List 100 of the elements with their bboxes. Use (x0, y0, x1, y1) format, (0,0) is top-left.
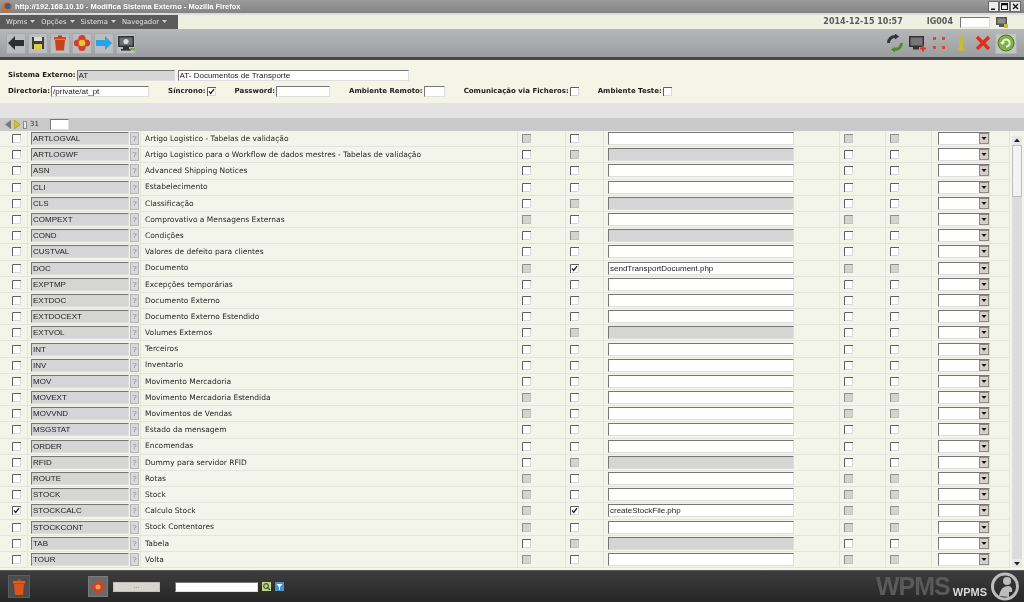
checkbox[interactable] (570, 295, 579, 305)
code-field[interactable]: STOCKCONT (31, 520, 129, 534)
checkbox[interactable] (890, 457, 899, 467)
script-field[interactable]: createStockFile.php (608, 504, 794, 518)
script-field[interactable] (608, 310, 794, 324)
checkbox[interactable] (890, 360, 899, 370)
checkbox[interactable] (12, 522, 21, 532)
checkbox[interactable] (570, 134, 579, 144)
dropdown[interactable] (938, 293, 990, 307)
checkbox[interactable] (570, 247, 579, 257)
checkbox[interactable] (890, 295, 899, 305)
checkbox[interactable] (890, 279, 899, 289)
checkbox[interactable] (890, 344, 899, 354)
script-field[interactable] (608, 423, 794, 437)
arrow-down-icon[interactable] (1012, 559, 1022, 568)
code-field[interactable]: EXPTMP (31, 277, 129, 291)
script-field[interactable] (608, 520, 794, 534)
scrollbar-thumb[interactable] (1012, 145, 1022, 197)
directory-field[interactable]: /private/at_pt (51, 86, 150, 97)
script-field[interactable] (608, 245, 794, 259)
code-field[interactable]: DOC (31, 261, 129, 275)
search-field[interactable] (175, 581, 258, 592)
dropdown[interactable] (938, 455, 990, 469)
checkbox[interactable] (522, 166, 531, 176)
checkbox[interactable] (890, 328, 899, 338)
checkbox[interactable] (662, 87, 672, 96)
checkbox[interactable] (570, 263, 579, 273)
checkbox[interactable] (522, 182, 531, 192)
checkbox[interactable] (844, 150, 853, 160)
dropdown[interactable] (938, 374, 990, 388)
code-field[interactable]: STOCK (31, 488, 129, 502)
code-field[interactable]: EXTVOL (31, 326, 129, 340)
checkbox[interactable] (844, 231, 853, 241)
flower-button[interactable] (72, 32, 92, 54)
checkbox[interactable] (890, 198, 899, 208)
dropdown[interactable] (938, 439, 990, 453)
checkbox[interactable] (12, 328, 21, 338)
checkbox[interactable] (844, 312, 853, 322)
script-field[interactable] (608, 277, 794, 291)
checkbox[interactable] (522, 538, 531, 548)
code-field[interactable]: EXTDOC (31, 293, 129, 307)
code-field[interactable]: CLI (31, 180, 129, 194)
dropdown[interactable] (938, 326, 990, 340)
checkbox[interactable] (570, 490, 579, 500)
dropdown[interactable] (938, 229, 990, 243)
filter-icon[interactable] (275, 582, 284, 591)
system-name-field[interactable]: AT- Documentos de Transporte (177, 70, 409, 81)
checkbox[interactable] (522, 360, 531, 370)
code-field[interactable]: EXTDOCEXT (31, 310, 129, 324)
checkbox[interactable] (570, 312, 579, 322)
checkbox[interactable] (570, 182, 579, 192)
dropdown[interactable] (938, 358, 990, 372)
remote-environment-field[interactable] (423, 86, 445, 97)
checkbox[interactable] (890, 247, 899, 257)
checkbox[interactable] (12, 247, 21, 257)
dropdown[interactable] (938, 164, 990, 178)
code-field[interactable]: ASN (31, 164, 129, 178)
checkbox[interactable] (12, 393, 21, 403)
checkbox[interactable] (844, 295, 853, 305)
checkbox[interactable] (522, 344, 531, 354)
checkbox[interactable] (844, 198, 853, 208)
monitor-button[interactable] (116, 32, 136, 54)
script-field[interactable] (608, 439, 794, 453)
checkbox[interactable] (12, 166, 21, 176)
checkbox[interactable] (890, 538, 899, 548)
code-field[interactable]: MOV (31, 374, 129, 388)
checkbox[interactable] (570, 409, 579, 419)
checkbox[interactable] (12, 376, 21, 386)
code-field[interactable]: TOUR (31, 552, 129, 566)
checkbox[interactable] (12, 457, 21, 467)
checkbox[interactable] (570, 474, 579, 484)
checkbox[interactable] (570, 360, 579, 370)
code-field[interactable]: MOVEXT (31, 391, 129, 405)
dropdown[interactable] (938, 472, 990, 486)
close-button[interactable] (1010, 1, 1021, 12)
script-field[interactable] (608, 488, 794, 502)
checkbox[interactable] (12, 134, 21, 144)
dropdown[interactable] (938, 391, 990, 405)
code-field[interactable]: ROUTE (31, 472, 129, 486)
script-field[interactable] (608, 358, 794, 372)
checkbox[interactable] (206, 87, 216, 96)
dropdown[interactable] (938, 310, 990, 324)
dropdown[interactable] (938, 180, 990, 194)
code-field[interactable]: COMPEXT (31, 213, 129, 227)
dropdown[interactable] (938, 552, 990, 566)
dropdown[interactable] (938, 277, 990, 291)
checkbox[interactable] (844, 457, 853, 467)
dropdown[interactable] (938, 520, 990, 534)
dropdown[interactable] (938, 261, 990, 275)
code-field[interactable]: INV (31, 358, 129, 372)
checkbox[interactable] (569, 87, 579, 96)
checkbox[interactable] (890, 441, 899, 451)
checkbox[interactable] (844, 279, 853, 289)
checkbox[interactable] (12, 263, 21, 273)
checkbox[interactable] (844, 360, 853, 370)
script-field[interactable] (608, 180, 794, 194)
dropdown[interactable] (938, 536, 990, 550)
flower-button[interactable] (88, 576, 108, 597)
dropdown[interactable] (938, 132, 990, 146)
code-field[interactable]: MOVVND (31, 407, 129, 421)
